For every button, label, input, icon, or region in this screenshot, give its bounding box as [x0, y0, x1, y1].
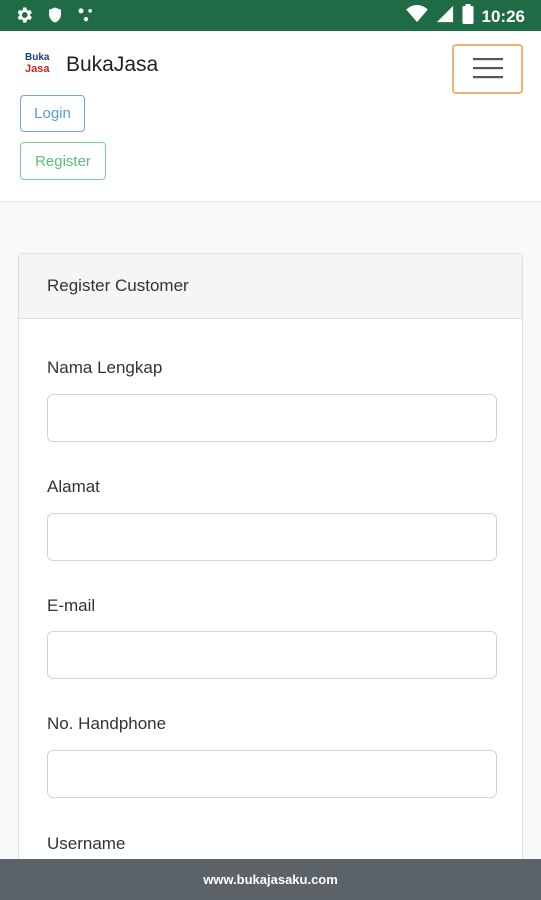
email-input[interactable] — [47, 631, 497, 679]
hamburger-icon — [472, 57, 503, 82]
brand[interactable]: Buka Jasa BukaJasa — [24, 53, 158, 77]
phone-label: No. Handphone — [47, 714, 167, 733]
menu-toggle-button[interactable] — [452, 44, 523, 94]
username-label: Username — [47, 834, 126, 853]
status-left-icons — [14, 5, 96, 30]
status-right-icons: 10:26 — [405, 4, 525, 29]
signal-icon — [436, 5, 454, 28]
login-button[interactable]: Login — [20, 95, 85, 132]
footer-url: www.bukajasaku.com — [203, 872, 338, 887]
wifi-icon — [405, 5, 428, 28]
card-header: Register Customer — [19, 254, 522, 319]
network-dots-icon — [76, 5, 96, 30]
card-title: Register Customer — [47, 276, 189, 295]
email-label: E-mail — [47, 596, 96, 615]
register-button[interactable]: Register — [20, 142, 106, 180]
full-name-input[interactable] — [47, 394, 497, 442]
address-input[interactable] — [47, 513, 497, 561]
phone-input[interactable] — [47, 750, 497, 798]
status-bar: 10:26 — [0, 0, 541, 31]
address-label: Alamat — [47, 477, 100, 496]
register-card: Register Customer Nama Lengkap Alamat E-… — [18, 253, 523, 900]
shield-icon — [46, 5, 64, 30]
full-name-label: Nama Lengkap — [47, 358, 163, 377]
battery-icon — [462, 4, 474, 29]
logo-text-bottom: Jasa — [25, 63, 50, 75]
footer-bar: www.bukajasaku.com — [0, 859, 541, 900]
status-time: 10:26 — [481, 6, 525, 26]
brand-name: BukaJasa — [66, 53, 159, 76]
brand-logo: Buka Jasa — [24, 53, 54, 77]
logo-text-top: Buka — [25, 52, 50, 63]
gear-icon — [14, 5, 34, 30]
navbar: Buka Jasa BukaJasa Login Register — [0, 31, 541, 202]
